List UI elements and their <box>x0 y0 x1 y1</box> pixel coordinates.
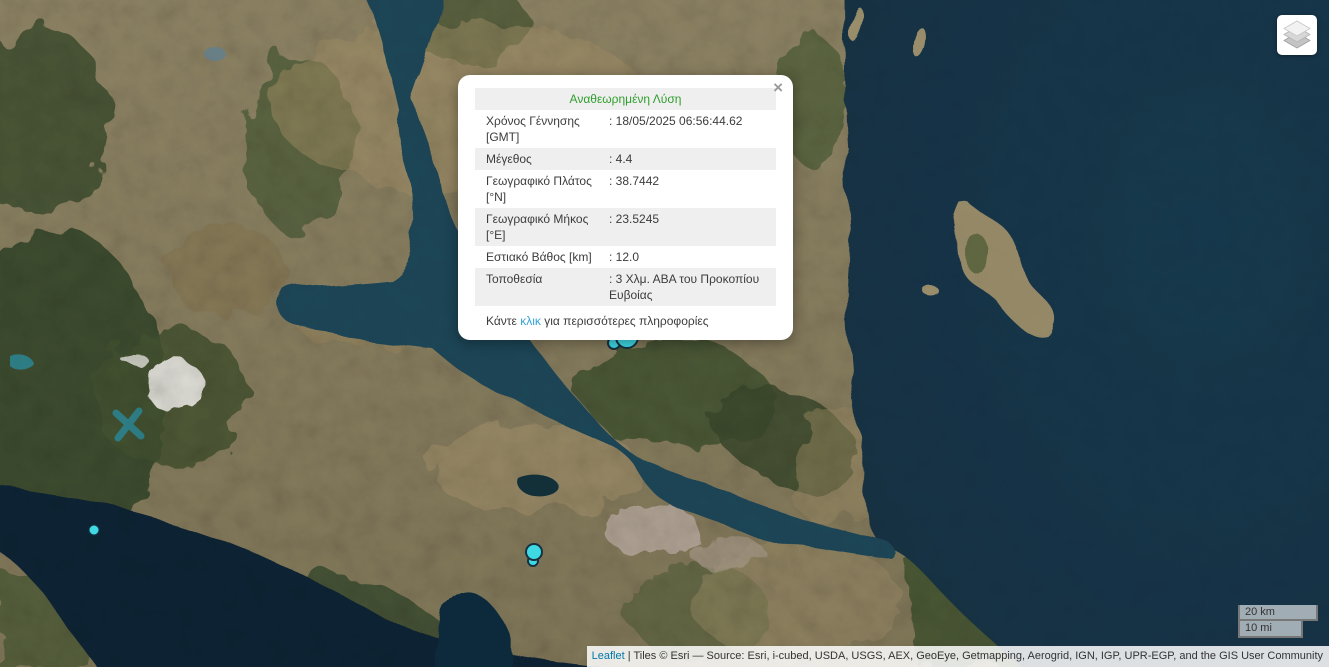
popup-row-label: Γεωγραφικό Πλάτος [°N] <box>475 170 609 208</box>
earthquake-marker[interactable] <box>89 525 99 535</box>
layers-icon <box>1277 15 1317 55</box>
earthquake-marker[interactable] <box>526 544 542 560</box>
popup-row-label: Μέγεθος <box>475 148 609 170</box>
popup-title: Αναθεωρημένη Λύση <box>475 88 776 110</box>
popup-row-value: : 4.4 <box>609 148 776 170</box>
layers-control-button[interactable] <box>1277 15 1317 55</box>
scale-km: 20 km <box>1238 605 1318 622</box>
map-attribution: Leaflet | Tiles © Esri — Source: Esri, i… <box>587 646 1329 667</box>
popup-row: Μέγεθος : 4.4 <box>475 148 776 170</box>
popup-row: Γεωγραφικό Μήκος [°E] : 23.5245 <box>475 208 776 246</box>
popup-row-value: : 12.0 <box>609 246 776 268</box>
map-viewport: × Αναθεωρημένη Λύση Χρόνος Γέννησης [GMT… <box>0 0 1329 667</box>
popup-row-label: Χρόνος Γέννησης [GMT] <box>475 110 609 148</box>
scale-control: 20 km 10 mi <box>1238 605 1318 639</box>
scale-mi: 10 mi <box>1238 621 1303 638</box>
earthquake-table: Αναθεωρημένη Λύση Χρόνος Γέννησης [GMT] … <box>475 88 776 306</box>
popup-row-value: : 38.7442 <box>609 170 776 208</box>
popup-row-label: Τοποθεσία <box>475 268 609 306</box>
popup-row: Εστιακό Βάθος [km] : 12.0 <box>475 246 776 268</box>
popup-row: Γεωγραφικό Πλάτος [°N] : 38.7442 <box>475 170 776 208</box>
popup-row-value: : 18/05/2025 06:56:44.62 <box>609 110 776 148</box>
earthquake-popup: × Αναθεωρημένη Λύση Χρόνος Γέννησης [GMT… <box>458 75 793 340</box>
popup-row-label: Γεωγραφικό Μήκος [°E] <box>475 208 609 246</box>
popup-row-value: : 23.5245 <box>609 208 776 246</box>
footer-text: για περισσότερες πληροφορίες <box>541 314 709 328</box>
popup-row-label: Εστιακό Βάθος [km] <box>475 246 609 268</box>
popup-row: Τοποθεσία : 3 Χλμ. ΑΒΑ του Προκοπίου Ευβ… <box>475 268 776 306</box>
close-icon[interactable]: × <box>773 79 783 96</box>
tiles-attribution-text: Tiles © Esri — Source: Esri, i-cubed, US… <box>633 650 1323 662</box>
popup-row: Χρόνος Γέννησης [GMT] : 18/05/2025 06:56… <box>475 110 776 148</box>
more-info-link[interactable]: κλικ <box>520 314 541 328</box>
popup-footer: Κάντε κλικ για περισσότερες πληροφορίες <box>475 306 776 331</box>
footer-text: Κάντε <box>486 314 520 328</box>
popup-row-value: : 3 Χλμ. ΑΒΑ του Προκοπίου Ευβοίας <box>609 268 776 306</box>
leaflet-link[interactable]: Leaflet <box>592 650 625 662</box>
